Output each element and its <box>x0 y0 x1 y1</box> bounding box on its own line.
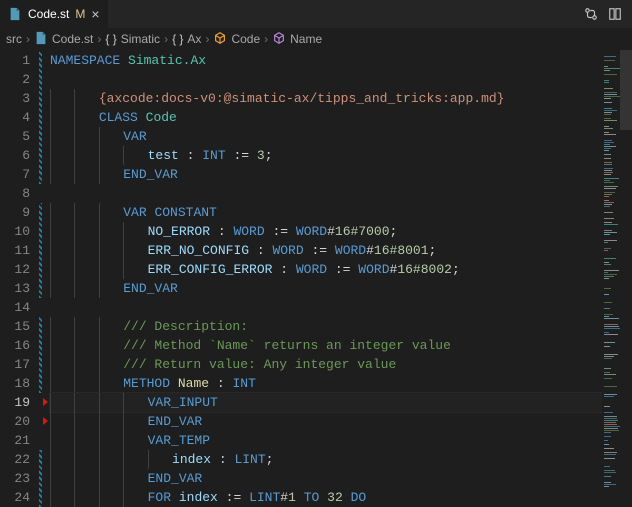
chevron-right-icon: › <box>97 32 101 46</box>
line-number-gutter: 123456789101112131415161718192021222324 <box>0 50 42 502</box>
close-icon[interactable]: × <box>91 7 99 21</box>
breadcrumb-item-simatic[interactable]: { } Simatic <box>105 32 160 46</box>
breadcrumb-item-ax[interactable]: { } Ax <box>172 32 201 46</box>
minimap[interactable] <box>602 50 620 490</box>
code-editor[interactable]: 123456789101112131415161718192021222324 … <box>0 50 632 502</box>
vertical-scrollbar[interactable] <box>620 50 632 490</box>
tab-modified-indicator: M <box>75 7 85 21</box>
file-icon <box>8 7 22 21</box>
tab-filename: Code.st <box>28 7 69 21</box>
namespace-icon: { } <box>105 32 116 46</box>
git-compare-icon[interactable] <box>584 7 598 21</box>
chevron-right-icon: › <box>205 32 209 46</box>
chevron-right-icon: › <box>264 32 268 46</box>
breadcrumb-item-file[interactable]: Code.st <box>34 31 93 48</box>
chevron-right-icon: › <box>164 32 168 46</box>
tab-bar: Code.st M × <box>0 0 632 28</box>
editor-tab[interactable]: Code.st M × <box>0 0 109 28</box>
breakpoint-marker[interactable] <box>43 417 48 425</box>
namespace-icon: { } <box>172 32 183 46</box>
chevron-right-icon: › <box>26 32 30 46</box>
breadcrumb-item-src[interactable]: src <box>6 32 22 46</box>
code-area[interactable]: NAMESPACE Simatic.Ax {axcode:docs-v0:@si… <box>42 50 632 502</box>
breadcrumb-item-code[interactable]: Code <box>213 31 260 48</box>
breadcrumb-item-name[interactable]: Name <box>272 31 322 48</box>
class-icon <box>213 31 227 48</box>
method-icon <box>272 31 286 48</box>
file-icon <box>34 31 48 48</box>
scrollbar-thumb[interactable] <box>620 50 632 130</box>
breakpoint-marker[interactable] <box>43 398 48 406</box>
breadcrumb: src › Code.st › { } Simatic › { } Ax › C… <box>0 28 632 50</box>
layout-icon[interactable] <box>608 7 622 21</box>
